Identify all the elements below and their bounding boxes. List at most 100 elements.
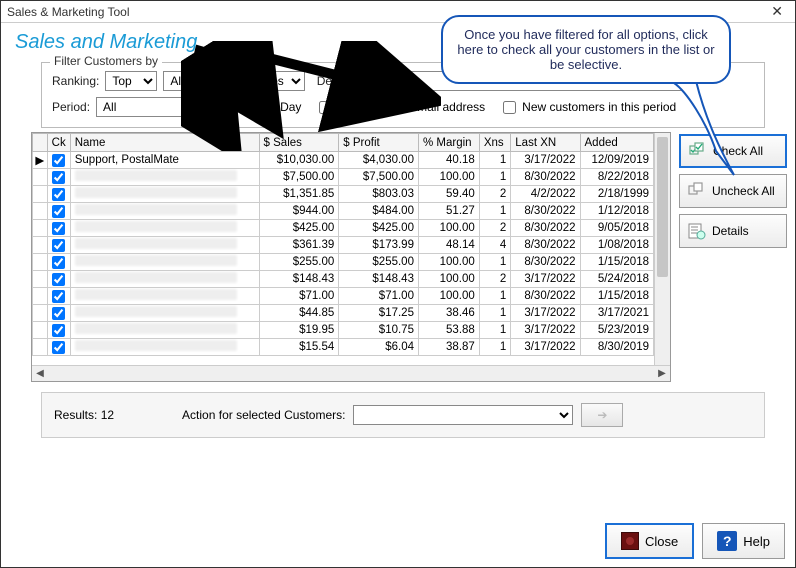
cell-profit: $173.99	[339, 237, 419, 254]
cell-margin: 38.46	[418, 305, 479, 322]
uncheck-all-icon	[688, 182, 706, 200]
cell-last: 4/2/2022	[511, 186, 580, 203]
table-row[interactable]: $361.39$173.9948.1448/30/20221/08/2018	[33, 237, 654, 254]
table-row[interactable]: $255.00$255.00100.0018/30/20221/15/2018	[33, 254, 654, 271]
row-checkbox[interactable]	[52, 256, 65, 269]
action-select[interactable]	[353, 405, 573, 425]
cell-last: 8/30/2022	[511, 169, 580, 186]
in-select[interactable]: $ Sales	[237, 71, 305, 91]
scroll-left-arrow[interactable]: ◀	[32, 368, 48, 379]
cell-xns: 1	[479, 203, 510, 220]
cell-xns: 2	[479, 186, 510, 203]
cell-added: 2/18/1999	[580, 186, 654, 203]
customers-grid[interactable]: Ck Name $ Sales $ Profit % Margin Xns La…	[31, 132, 671, 382]
col-margin[interactable]: % Margin	[418, 134, 479, 152]
cell-last: 8/30/2022	[511, 220, 580, 237]
cell-profit: $148.43	[339, 271, 419, 288]
in-label: in	[221, 74, 230, 88]
table-row[interactable]: $7,500.00$7,500.00100.0018/30/20228/22/2…	[33, 169, 654, 186]
exclude-no-email-checkbox[interactable]	[319, 101, 332, 114]
table-row[interactable]: $19.95$10.7553.8813/17/20225/23/2019	[33, 322, 654, 339]
period-label: Period:	[52, 100, 90, 114]
table-row[interactable]: $1,351.85$803.0359.4024/2/20222/18/1999	[33, 186, 654, 203]
details-label: Details	[712, 224, 749, 238]
cell-name	[70, 220, 259, 237]
arrow-right-icon: ➔	[597, 408, 607, 422]
cell-margin: 100.00	[418, 169, 479, 186]
cell-added: 3/17/2021	[580, 305, 654, 322]
cell-added: 5/23/2019	[580, 322, 654, 339]
row-checkbox[interactable]	[52, 290, 65, 303]
cell-last: 3/17/2022	[511, 339, 580, 356]
cell-name	[70, 254, 259, 271]
cell-name	[70, 186, 259, 203]
row-checkbox[interactable]	[52, 188, 65, 201]
cell-name	[70, 203, 259, 220]
exclude-no-email-label: Exclude if no email address	[338, 100, 485, 114]
cell-xns: 2	[479, 220, 510, 237]
cell-profit: $803.03	[339, 186, 419, 203]
cell-margin: 100.00	[418, 271, 479, 288]
cell-last: 8/30/2022	[511, 237, 580, 254]
horizontal-scrollbar[interactable]: ◀ ▶	[32, 365, 670, 381]
cell-sales: $19.95	[259, 322, 339, 339]
cell-sales: $7,500.00	[259, 169, 339, 186]
col-xns[interactable]: Xns	[479, 134, 510, 152]
cell-last: 8/30/2022	[511, 288, 580, 305]
cell-added: 1/12/2018	[580, 203, 654, 220]
table-row[interactable]: $71.00$71.00100.0018/30/20221/15/2018	[33, 288, 654, 305]
cell-added: 1/15/2018	[580, 288, 654, 305]
col-ck[interactable]: Ck	[47, 134, 70, 152]
cell-sales: $71.00	[259, 288, 339, 305]
cell-last: 8/30/2022	[511, 254, 580, 271]
ranking-label: Ranking:	[52, 74, 99, 88]
cell-added: 1/15/2018	[580, 254, 654, 271]
ranking-select-1[interactable]: Top	[105, 71, 157, 91]
table-row[interactable]: $15.54$6.0438.8713/17/20228/30/2019	[33, 339, 654, 356]
table-row[interactable]: ▶Support, PostalMate$10,030.00$4,030.004…	[33, 152, 654, 169]
row-checkbox[interactable]	[52, 171, 65, 184]
filter-legend: Filter Customers by	[50, 54, 162, 68]
cell-last: 3/17/2022	[511, 152, 580, 169]
row-checkbox[interactable]	[52, 154, 65, 167]
row-checkbox[interactable]	[52, 307, 65, 320]
cell-added: 8/22/2018	[580, 169, 654, 186]
cell-xns: 1	[479, 288, 510, 305]
row-checkbox[interactable]	[52, 273, 65, 286]
details-button[interactable]: Details	[679, 214, 787, 248]
row-checkbox[interactable]	[52, 341, 65, 354]
cell-profit: $6.04	[339, 339, 419, 356]
table-row[interactable]: $944.00$484.0051.2718/30/20221/12/2018	[33, 203, 654, 220]
cell-profit: $4,030.00	[339, 152, 419, 169]
cell-profit: $7,500.00	[339, 169, 419, 186]
cell-name	[70, 237, 259, 254]
col-profit[interactable]: $ Profit	[339, 134, 419, 152]
cell-margin: 100.00	[418, 254, 479, 271]
cell-name	[70, 271, 259, 288]
col-last[interactable]: Last XN	[511, 134, 580, 152]
window-title: Sales & Marketing Tool	[7, 5, 130, 19]
row-checkbox[interactable]	[52, 222, 65, 235]
period-select[interactable]: All	[96, 97, 206, 117]
ranking-select-2[interactable]: All	[163, 71, 215, 91]
window-close-button[interactable]: ✕	[765, 3, 789, 20]
table-row[interactable]: $425.00$425.00100.0028/30/20229/05/2018	[33, 220, 654, 237]
cell-name	[70, 288, 259, 305]
cell-xns: 1	[479, 305, 510, 322]
col-added[interactable]: Added	[580, 134, 654, 152]
table-row[interactable]: $148.43$148.43100.0023/17/20225/24/2018	[33, 271, 654, 288]
row-checkbox[interactable]	[52, 205, 65, 218]
action-go-button[interactable]: ➔	[581, 403, 623, 427]
new-customers-checkbox[interactable]	[503, 101, 516, 114]
row-checkbox[interactable]	[52, 324, 65, 337]
cell-margin: 38.87	[418, 339, 479, 356]
col-sales[interactable]: $ Sales	[259, 134, 339, 152]
row-checkbox[interactable]	[52, 239, 65, 252]
scroll-right-arrow[interactable]: ▶	[654, 368, 670, 379]
cell-profit: $17.25	[339, 305, 419, 322]
table-row[interactable]: $44.85$17.2538.4613/17/20223/17/2021	[33, 305, 654, 322]
help-icon: ?	[717, 531, 737, 551]
col-name[interactable]: Name	[70, 134, 259, 152]
close-button[interactable]: Close	[605, 523, 694, 559]
help-button[interactable]: ? Help	[702, 523, 785, 559]
